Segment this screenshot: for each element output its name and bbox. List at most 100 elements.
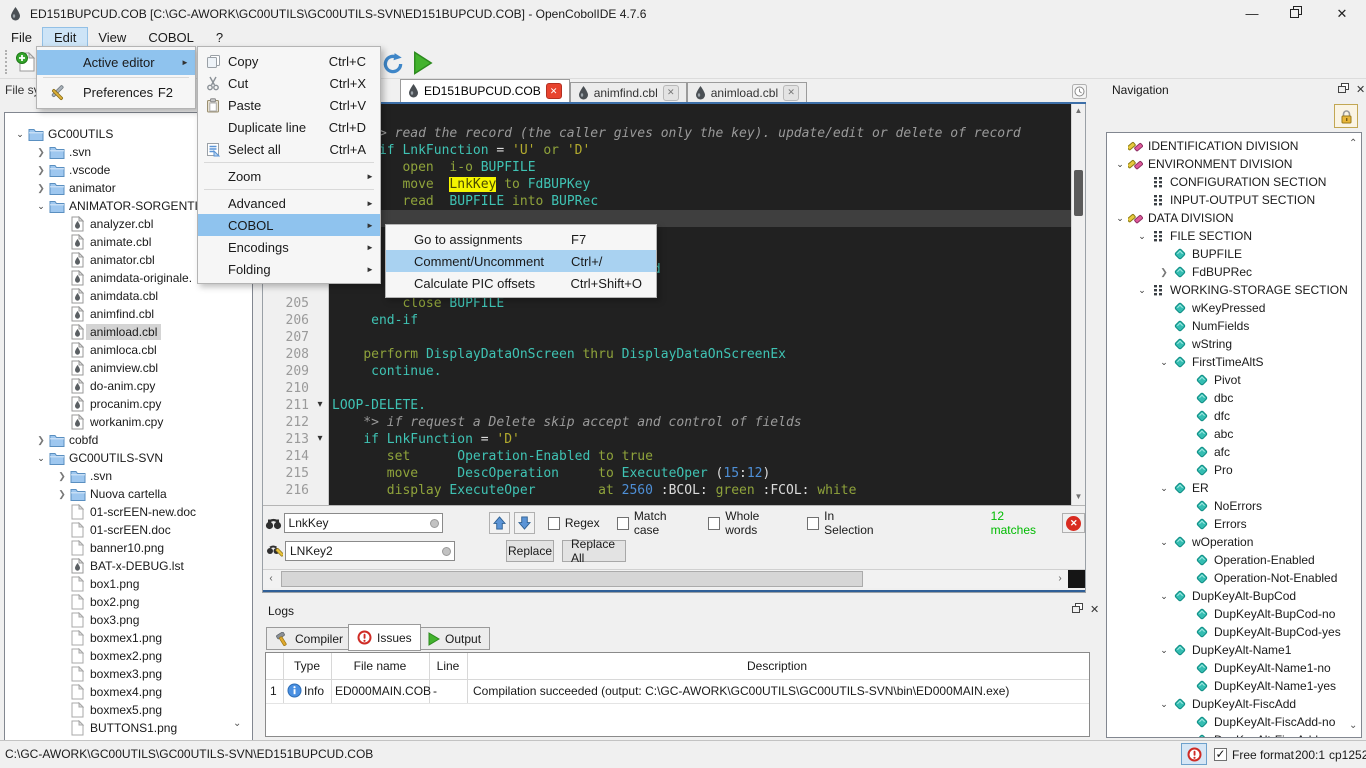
expand-arrow-icon[interactable]: ⌄ xyxy=(1157,591,1171,602)
replace-button[interactable]: Replace xyxy=(506,540,554,562)
menu-item-copy[interactable]: CopyCtrl+C xyxy=(198,50,380,72)
expand-arrow-icon[interactable]: ⌄ xyxy=(1157,537,1171,548)
menubar-item-edit[interactable]: Edit xyxy=(43,28,87,47)
menu-item-preferences[interactable]: PreferencesF2 xyxy=(37,80,195,105)
col-header-line[interactable]: Line xyxy=(429,653,467,679)
nav-item-data-division[interactable]: ⌄DATA DIVISION xyxy=(1107,209,1361,227)
file-tree-item-svn[interactable]: ❯.svn xyxy=(5,467,252,485)
clear-replace-icon[interactable] xyxy=(442,547,451,556)
expand-arrow-icon[interactable]: ⌄ xyxy=(1157,357,1171,368)
file-tree-item-animview-cbl[interactable]: animview.cbl xyxy=(5,359,252,377)
nav-item-dbc[interactable]: dbc xyxy=(1107,389,1361,407)
file-tree-item-do-anim-cpy[interactable]: do-anim.cpy xyxy=(5,377,252,395)
file-tree-item-animload-cbl[interactable]: animload.cbl xyxy=(5,323,252,341)
file-tree-item-gc00utils-svn[interactable]: ⌄GC00UTILS-SVN xyxy=(5,449,252,467)
expand-arrow-icon[interactable]: ❯ xyxy=(34,165,48,176)
scrollbar-thumb[interactable] xyxy=(1074,170,1083,216)
nav-item-environment-division[interactable]: ⌄ENVIRONMENT DIVISION xyxy=(1107,155,1361,173)
scroll-right-icon[interactable]: › xyxy=(1052,572,1068,586)
menu-item-go-to-assignments[interactable]: Go to assignmentsF7 xyxy=(386,228,656,250)
nav-item-dupkeyalt-name1[interactable]: ⌄DupKeyAlt-Name1 xyxy=(1107,641,1361,659)
file-tree-item-box2-png[interactable]: box2.png xyxy=(5,593,252,611)
expand-arrow-icon[interactable]: ⌄ xyxy=(1157,483,1171,494)
expand-arrow-icon[interactable]: ⌄ xyxy=(1157,699,1171,710)
tab-animfind-cbl[interactable]: animfind.cbl✕ xyxy=(570,82,687,102)
file-tree-item-workanim-cpy[interactable]: workanim.cpy xyxy=(5,413,252,431)
file-tree-item-box1-png[interactable]: box1.png xyxy=(5,575,252,593)
minimize-button[interactable]: — xyxy=(1234,0,1270,28)
menu-item-zoom[interactable]: Zoom► xyxy=(198,165,380,187)
expand-arrow-icon[interactable]: ⌄ xyxy=(1135,231,1149,242)
close-search-button[interactable]: ✕ xyxy=(1062,513,1085,533)
tab-compiler[interactable]: Compiler xyxy=(266,627,352,650)
tab-close-icon[interactable]: ✕ xyxy=(783,85,799,101)
file-tree-item-01-screen-new-doc[interactable]: 01-scrEEN-new.doc xyxy=(5,503,252,521)
menu-item-folding[interactable]: Folding► xyxy=(198,258,380,280)
expand-arrow-icon[interactable]: ⌄ xyxy=(34,453,48,464)
nav-item-woperation[interactable]: ⌄wOperation xyxy=(1107,533,1361,551)
nav-item-dupkeyalt-name1-no[interactable]: DupKeyAlt-Name1-no xyxy=(1107,659,1361,677)
find-next-button[interactable] xyxy=(514,512,535,534)
file-tree-item-animfind-cbl[interactable]: animfind.cbl xyxy=(5,305,252,323)
nav-item-input-output-section[interactable]: INPUT-OUTPUT SECTION xyxy=(1107,191,1361,209)
compile-icon[interactable] xyxy=(381,51,405,77)
scroll-left-icon[interactable]: ‹ xyxy=(263,572,279,586)
nav-item-dupkeyalt-bupcod-no[interactable]: DupKeyAlt-BupCod-no xyxy=(1107,605,1361,623)
menubar-item-cobol[interactable]: COBOL xyxy=(137,28,205,47)
close-button[interactable]: ✕ xyxy=(1324,0,1360,28)
menu-item-duplicate-line[interactable]: Duplicate lineCtrl+D xyxy=(198,116,380,138)
file-tree-item-boxmex4-png[interactable]: boxmex4.png xyxy=(5,683,252,701)
file-tree-item-nuova-cartella[interactable]: ❯Nuova cartella xyxy=(5,485,252,503)
editor-horizontal-scrollbar[interactable]: ‹ › xyxy=(263,569,1085,588)
expand-arrow-icon[interactable]: ❯ xyxy=(55,471,69,482)
nav-item-wstring[interactable]: wString xyxy=(1107,335,1361,353)
nav-item-operation-not-enabled[interactable]: Operation-Not-Enabled xyxy=(1107,569,1361,587)
logs-float-icon[interactable] xyxy=(1072,603,1083,616)
nav-item-dupkeyalt-bupcod-yes[interactable]: DupKeyAlt-BupCod-yes xyxy=(1107,623,1361,641)
lock-button[interactable] xyxy=(1334,104,1358,128)
clear-find-icon[interactable] xyxy=(430,519,439,528)
nav-item-abc[interactable]: abc xyxy=(1107,425,1361,443)
col-header-type[interactable]: Type xyxy=(283,653,331,679)
find-previous-button[interactable] xyxy=(489,512,510,534)
code-text-area[interactable]: *> read the record (the caller gives onl… xyxy=(329,104,1071,505)
free-format-checkbox[interactable]: ✓ xyxy=(1214,748,1227,761)
nav-item-operation-enabled[interactable]: Operation-Enabled xyxy=(1107,551,1361,569)
menubar-item-[interactable]: ? xyxy=(205,28,234,47)
menu-item-calculate-pic-offsets[interactable]: Calculate PIC offsetsCtrl+Shift+O xyxy=(386,272,656,294)
file-tree-item-boxmex1-png[interactable]: boxmex1.png xyxy=(5,629,252,647)
tab-animload-cbl[interactable]: animload.cbl✕ xyxy=(687,82,807,102)
tab-issues[interactable]: Issues xyxy=(348,624,421,651)
nav-item-dupkeyalt-name1-yes[interactable]: DupKeyAlt-Name1-yes xyxy=(1107,677,1361,695)
nav-item-dupkeyalt-fiscadd-no[interactable]: DupKeyAlt-FiscAdd-no xyxy=(1107,713,1361,731)
tab-list-clock-icon[interactable] xyxy=(1072,84,1087,99)
scroll-up-icon[interactable]: ▲ xyxy=(1072,106,1085,115)
nav-item-bupfile[interactable]: BUPFILE xyxy=(1107,245,1361,263)
nav-item-noerrors[interactable]: NoErrors xyxy=(1107,497,1361,515)
expand-arrow-icon[interactable]: ❯ xyxy=(34,147,48,158)
expand-arrow-icon[interactable]: ⌄ xyxy=(1113,213,1127,224)
fold-arrow-icon[interactable]: ▾ xyxy=(313,397,327,414)
file-tree-item-boxmex3-png[interactable]: boxmex3.png xyxy=(5,665,252,683)
nav-item-pivot[interactable]: Pivot xyxy=(1107,371,1361,389)
tab-output[interactable]: Output xyxy=(418,627,490,650)
menu-item-cut[interactable]: CutCtrl+X xyxy=(198,72,380,94)
expand-arrow-icon[interactable]: ⌄ xyxy=(1135,285,1149,296)
file-tree-item-animdata-cbl[interactable]: animdata.cbl xyxy=(5,287,252,305)
regex-checkbox[interactable] xyxy=(548,517,560,530)
file-tree-item-bat-x-debug-lst[interactable]: BAT-x-DEBUG.lst xyxy=(5,557,252,575)
match-case-checkbox[interactable] xyxy=(617,517,629,530)
expand-arrow-icon[interactable]: ❯ xyxy=(34,435,48,446)
menu-item-comment-uncomment[interactable]: Comment/UncommentCtrl+/ xyxy=(386,250,656,272)
menu-item-select-all[interactable]: Select allCtrl+A xyxy=(198,138,380,160)
col-header-filename[interactable]: File name xyxy=(331,653,429,679)
menubar-item-file[interactable]: File xyxy=(0,28,43,47)
expand-arrow-icon[interactable]: ❯ xyxy=(1157,267,1171,278)
find-input[interactable]: LnkKey xyxy=(284,513,444,533)
menu-item-active-editor[interactable]: Active editor► xyxy=(37,50,195,75)
menubar-item-view[interactable]: View xyxy=(87,28,137,47)
expand-arrow-icon[interactable]: ⌄ xyxy=(1113,159,1127,170)
nav-item-configuration-section[interactable]: CONFIGURATION SECTION xyxy=(1107,173,1361,191)
file-tree-item-banner10-png[interactable]: banner10.png xyxy=(5,539,252,557)
whole-words-checkbox[interactable] xyxy=(708,517,720,530)
